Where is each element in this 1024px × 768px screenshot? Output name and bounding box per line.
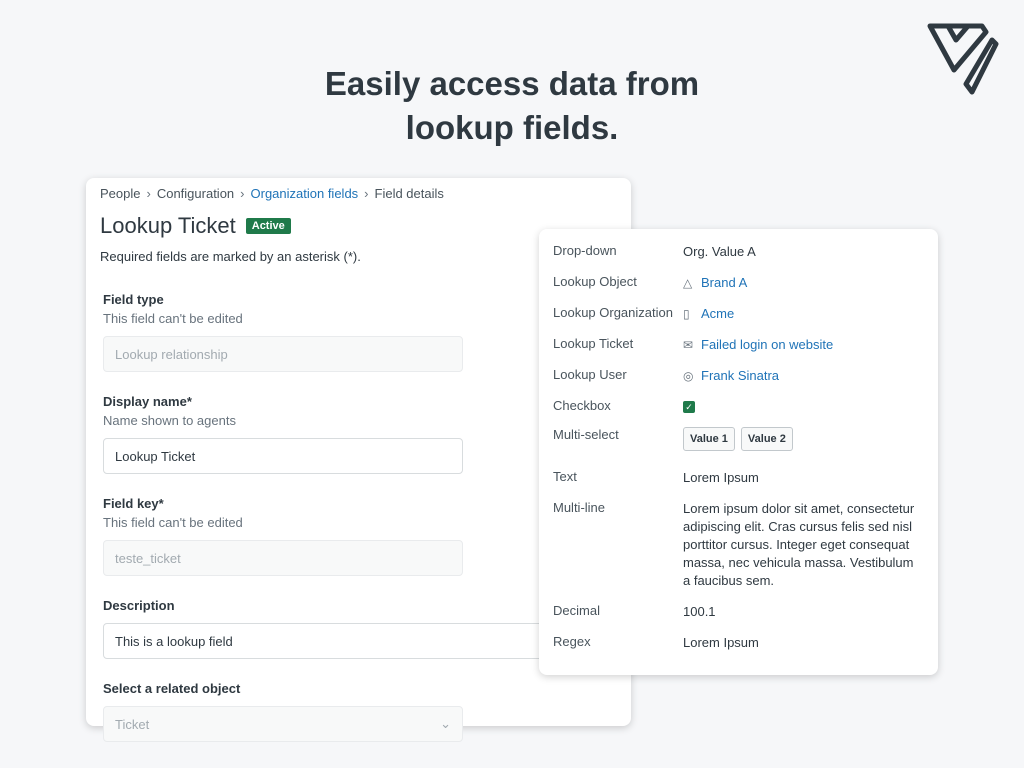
field-label: Select a related object <box>103 681 241 696</box>
status-badge: Active <box>245 218 291 234</box>
field-values-panel: Drop-down Org. Value A Lookup Object △ Bran… <box>539 229 938 675</box>
user-circle-icon: ◎ <box>683 369 694 383</box>
display-name-input[interactable]: Lookup Ticket <box>103 438 463 474</box>
organization-link[interactable]: Acme <box>701 305 734 323</box>
detail-row: Lookup Organization ▯ Acme <box>553 305 735 323</box>
detail-row: Drop-down Org. Value A <box>553 243 756 259</box>
page-title: Lookup Ticket <box>100 213 236 238</box>
breadcrumb-configuration[interactable]: Configuration <box>157 186 234 201</box>
breadcrumb-people[interactable]: People <box>100 186 140 201</box>
ticket-link[interactable]: Failed login on website <box>701 336 833 354</box>
user-link[interactable]: Frank Sinatra <box>701 367 779 385</box>
detail-row: Regex Lorem Ipsum <box>553 634 759 650</box>
detail-row: Text Lorem Ipsum <box>553 469 759 485</box>
detail-row: Checkbox ✓ <box>553 398 924 414</box>
envelope-icon: ✉ <box>683 338 694 352</box>
description-input[interactable]: This is a lookup field <box>103 623 563 659</box>
tag: Value 2 <box>740 427 793 451</box>
detail-row: Lookup Ticket ✉ Failed login on website <box>553 336 834 354</box>
chevron-right-icon: › <box>364 186 369 201</box>
detail-row: Lookup User ◎ Frank Sinatra <box>553 367 780 385</box>
detail-row: Multi-line Lorem ipsum dolor sit amet, co… <box>553 500 915 588</box>
field-key-input: teste_ticket <box>103 540 463 576</box>
headline: Easily access data from lookup fields. <box>324 65 700 146</box>
brand-link[interactable]: Brand A <box>701 274 747 292</box>
detail-row: Lookup Object △ Brand A <box>553 274 748 292</box>
building-icon: ▯ <box>683 307 690 321</box>
breadcrumb-field-details: Field details <box>374 186 444 201</box>
chevron-right-icon: › <box>146 186 151 201</box>
chevron-down-icon: ⌄ <box>440 716 451 731</box>
chevron-right-icon: › <box>240 186 245 201</box>
breadcrumb-organization-fields[interactable]: Organization fields <box>251 186 359 201</box>
shapes-icon: △ <box>683 276 693 290</box>
tag: Value 1 <box>683 427 735 451</box>
field-type-input: Lookup relationship <box>103 336 463 372</box>
brand-logo-icon <box>927 23 999 95</box>
related-object-select: Ticket ⌄ <box>103 706 463 742</box>
detail-row: Decimal 100.1 <box>553 603 716 619</box>
checkbox-checked-icon: ✓ <box>683 401 695 413</box>
detail-row: Multi-select Value 1 Value 2 <box>553 427 924 451</box>
breadcrumb: People › Configuration › Organization fiel… <box>100 186 617 201</box>
